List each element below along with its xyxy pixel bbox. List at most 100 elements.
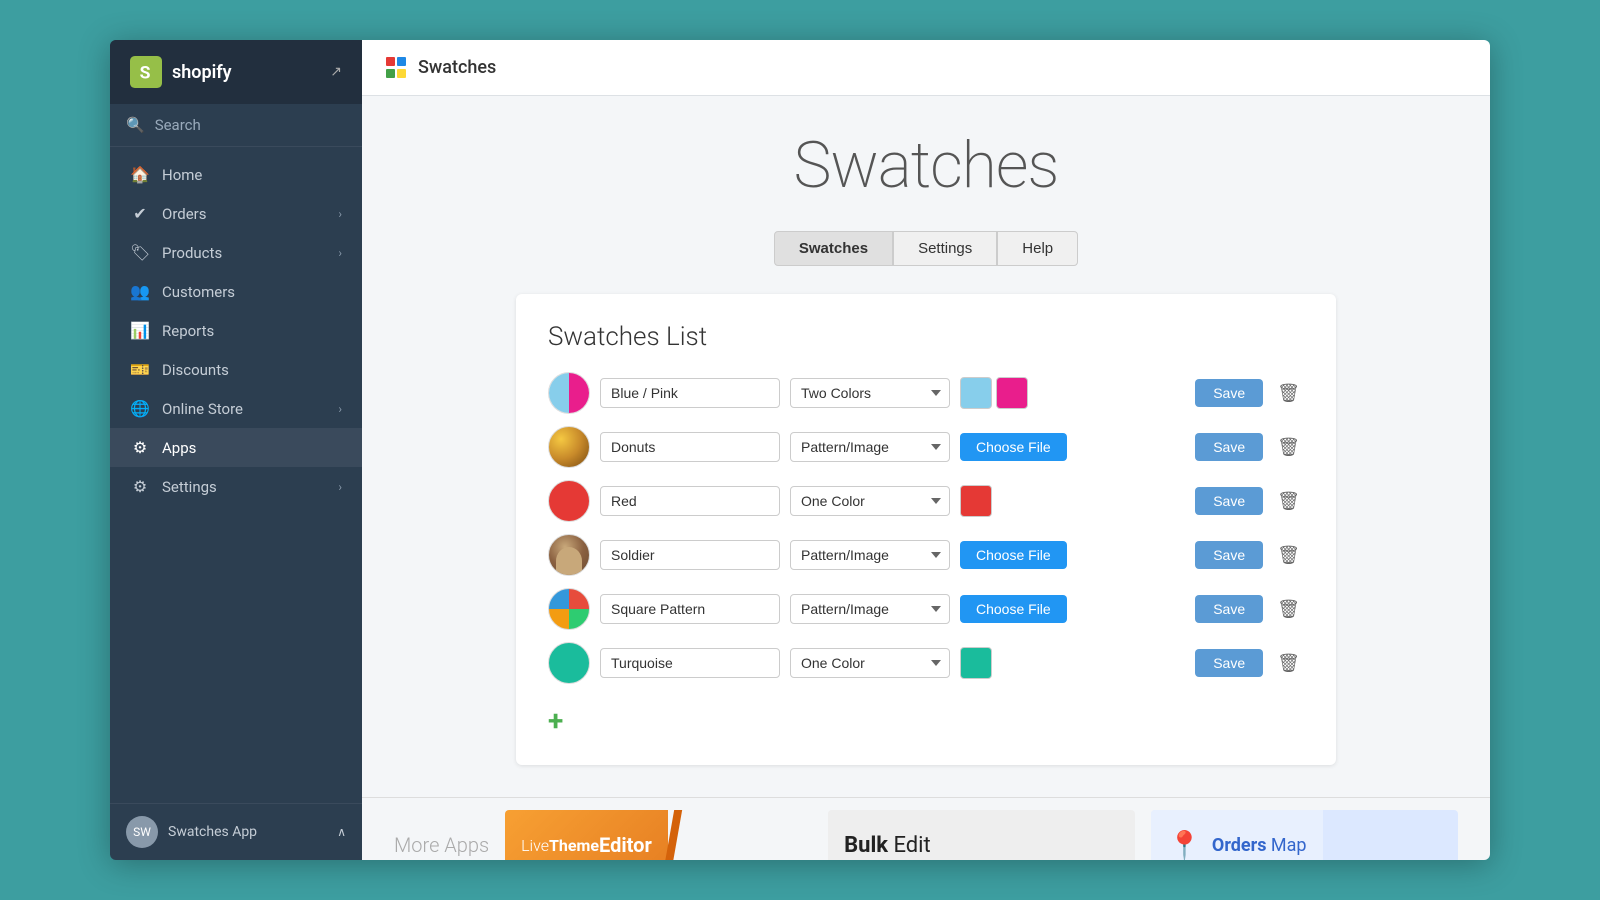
sidebar-item-home[interactable]: 🏠 Home bbox=[110, 155, 362, 194]
sidebar-item-home-label: Home bbox=[162, 166, 202, 184]
color-chips bbox=[960, 485, 992, 517]
orders-map-card[interactable]: 📍 Orders Map bbox=[1151, 810, 1458, 860]
sidebar-bottom-chevron-icon: ∧ bbox=[337, 825, 346, 839]
swatch-type-select[interactable]: One Color Two Colors Pattern/Image bbox=[790, 486, 950, 516]
sidebar-item-settings-label: Settings bbox=[162, 478, 217, 496]
customers-icon: 👥 bbox=[130, 282, 150, 301]
table-row: Pattern/Image Two Colors One Color Choos… bbox=[548, 588, 1304, 630]
sidebar-item-customers-label: Customers bbox=[162, 283, 235, 301]
topbar-title: Swatches bbox=[418, 57, 496, 78]
sidebar-item-online-store[interactable]: 🌐 Online Store › bbox=[110, 389, 362, 428]
sidebar-logo: S shopify ↗ bbox=[110, 40, 362, 104]
discounts-icon: 🎫 bbox=[130, 360, 150, 379]
swatch-preview bbox=[548, 480, 590, 522]
delete-button[interactable]: 🗑 bbox=[1273, 595, 1304, 624]
sidebar: S shopify ↗ 🔍 Search 🏠 Home ✔ Orders › 🏷 bbox=[110, 40, 362, 860]
save-button[interactable]: Save bbox=[1195, 595, 1263, 623]
swatch-type-select[interactable]: Two Colors One Color Pattern/Image bbox=[790, 378, 950, 408]
save-button[interactable]: Save bbox=[1195, 487, 1263, 515]
color-chip-1[interactable] bbox=[960, 647, 992, 679]
choose-file-button[interactable]: Choose File bbox=[960, 433, 1067, 461]
swatch-type-select[interactable]: One Color Two Colors Pattern/Image bbox=[790, 648, 950, 678]
search-label: Search bbox=[155, 116, 201, 134]
delete-button[interactable]: 🗑 bbox=[1273, 487, 1304, 516]
products-icon: 🏷 bbox=[130, 243, 150, 262]
swatch-name-input[interactable] bbox=[600, 378, 780, 408]
orders-map-label: 📍 Orders Map bbox=[1151, 810, 1322, 860]
live-theme-card[interactable]: Live ThemeEditor bbox=[505, 810, 812, 860]
swatch-preview bbox=[548, 534, 590, 576]
sidebar-item-discounts[interactable]: 🎫 Discounts bbox=[110, 350, 362, 389]
sidebar-item-customers[interactable]: 👥 Customers bbox=[110, 272, 362, 311]
table-row: Two Colors One Color Pattern/Image Save … bbox=[548, 372, 1304, 414]
topbar: Swatches bbox=[362, 40, 1490, 96]
sidebar-item-orders[interactable]: ✔ Orders › bbox=[110, 194, 362, 233]
swatch-type-select[interactable]: Pattern/Image Two Colors One Color bbox=[790, 432, 950, 462]
color-chips bbox=[960, 647, 992, 679]
sidebar-item-settings[interactable]: ⚙ Settings › bbox=[110, 467, 362, 506]
save-button[interactable]: Save bbox=[1195, 379, 1263, 407]
live-theme-label: Live ThemeEditor bbox=[505, 810, 668, 860]
table-row: Pattern/Image Two Colors One Color Choos… bbox=[548, 426, 1304, 468]
reports-icon: 📊 bbox=[130, 321, 150, 340]
delete-button[interactable]: 🗑 bbox=[1273, 541, 1304, 570]
choose-file-button[interactable]: Choose File bbox=[960, 595, 1067, 623]
sidebar-item-online-store-label: Online Store bbox=[162, 400, 243, 418]
save-button[interactable]: Save bbox=[1195, 433, 1263, 461]
swatch-type-select[interactable]: Pattern/Image Two Colors One Color bbox=[790, 540, 950, 570]
choose-file-button[interactable]: Choose File bbox=[960, 541, 1067, 569]
sidebar-item-orders-label: Orders bbox=[162, 205, 207, 223]
swatch-preview bbox=[548, 426, 590, 468]
sidebar-logo-text: shopify bbox=[172, 62, 232, 83]
color-chip-2[interactable] bbox=[996, 377, 1028, 409]
more-apps-label: More Apps bbox=[394, 833, 489, 857]
settings-arrow-icon: › bbox=[338, 480, 342, 494]
color-chip-1[interactable] bbox=[960, 377, 992, 409]
delete-button[interactable]: 🗑 bbox=[1273, 379, 1304, 408]
save-button[interactable]: Save bbox=[1195, 541, 1263, 569]
color-chip-1[interactable] bbox=[960, 485, 992, 517]
table-row: One Color Two Colors Pattern/Image Save … bbox=[548, 642, 1304, 684]
table-row: One Color Two Colors Pattern/Image Save … bbox=[548, 480, 1304, 522]
swatch-name-input[interactable] bbox=[600, 432, 780, 462]
swatch-name-input[interactable] bbox=[600, 594, 780, 624]
external-link-icon[interactable]: ↗ bbox=[330, 64, 342, 80]
tab-settings[interactable]: Settings bbox=[893, 231, 997, 266]
sidebar-item-apps[interactable]: ⚙ Apps bbox=[110, 428, 362, 467]
page-tabs: Swatches Settings Help bbox=[394, 231, 1458, 266]
swatch-name-input[interactable] bbox=[600, 648, 780, 678]
save-button[interactable]: Save bbox=[1195, 649, 1263, 677]
bottom-banner: More Apps Live ThemeEditor Bulk Edit 📍 bbox=[362, 797, 1490, 860]
sidebar-item-reports-label: Reports bbox=[162, 322, 214, 340]
add-icon[interactable]: + bbox=[548, 704, 563, 737]
sidebar-item-reports[interactable]: 📊 Reports bbox=[110, 311, 362, 350]
avatar: SW bbox=[126, 816, 158, 848]
table-row: Pattern/Image Two Colors One Color Choos… bbox=[548, 534, 1304, 576]
sidebar-item-products[interactable]: 🏷 Products › bbox=[110, 233, 362, 272]
swatch-preview bbox=[548, 588, 590, 630]
swatch-type-select[interactable]: Pattern/Image Two Colors One Color bbox=[790, 594, 950, 624]
orders-icon: ✔ bbox=[130, 204, 150, 223]
swatch-name-input[interactable] bbox=[600, 486, 780, 516]
add-swatch-button[interactable]: + bbox=[548, 696, 1304, 737]
delete-button[interactable]: 🗑 bbox=[1273, 649, 1304, 678]
app-icon bbox=[386, 57, 408, 79]
delete-button[interactable]: 🗑 bbox=[1273, 433, 1304, 462]
search-icon: 🔍 bbox=[126, 116, 145, 134]
sidebar-bottom-label: Swatches App bbox=[168, 824, 257, 840]
settings-icon: ⚙ bbox=[130, 477, 150, 496]
sidebar-search[interactable]: 🔍 Search bbox=[110, 104, 362, 147]
main-content: Swatches Swatches Settings Help Swatches… bbox=[362, 96, 1490, 860]
color-chips bbox=[960, 377, 1028, 409]
sidebar-item-products-label: Products bbox=[162, 244, 222, 262]
tab-help[interactable]: Help bbox=[997, 231, 1078, 266]
swatch-name-input[interactable] bbox=[600, 540, 780, 570]
bulk-edit-card[interactable]: Bulk Edit bbox=[828, 810, 1135, 860]
shopify-logo-icon: S bbox=[130, 56, 162, 88]
swatch-preview bbox=[548, 642, 590, 684]
sidebar-bottom[interactable]: SW Swatches App ∧ bbox=[110, 803, 362, 860]
online-store-icon: 🌐 bbox=[130, 399, 150, 418]
tab-swatches[interactable]: Swatches bbox=[774, 231, 893, 266]
apps-icon: ⚙ bbox=[130, 438, 150, 457]
home-icon: 🏠 bbox=[130, 165, 150, 184]
